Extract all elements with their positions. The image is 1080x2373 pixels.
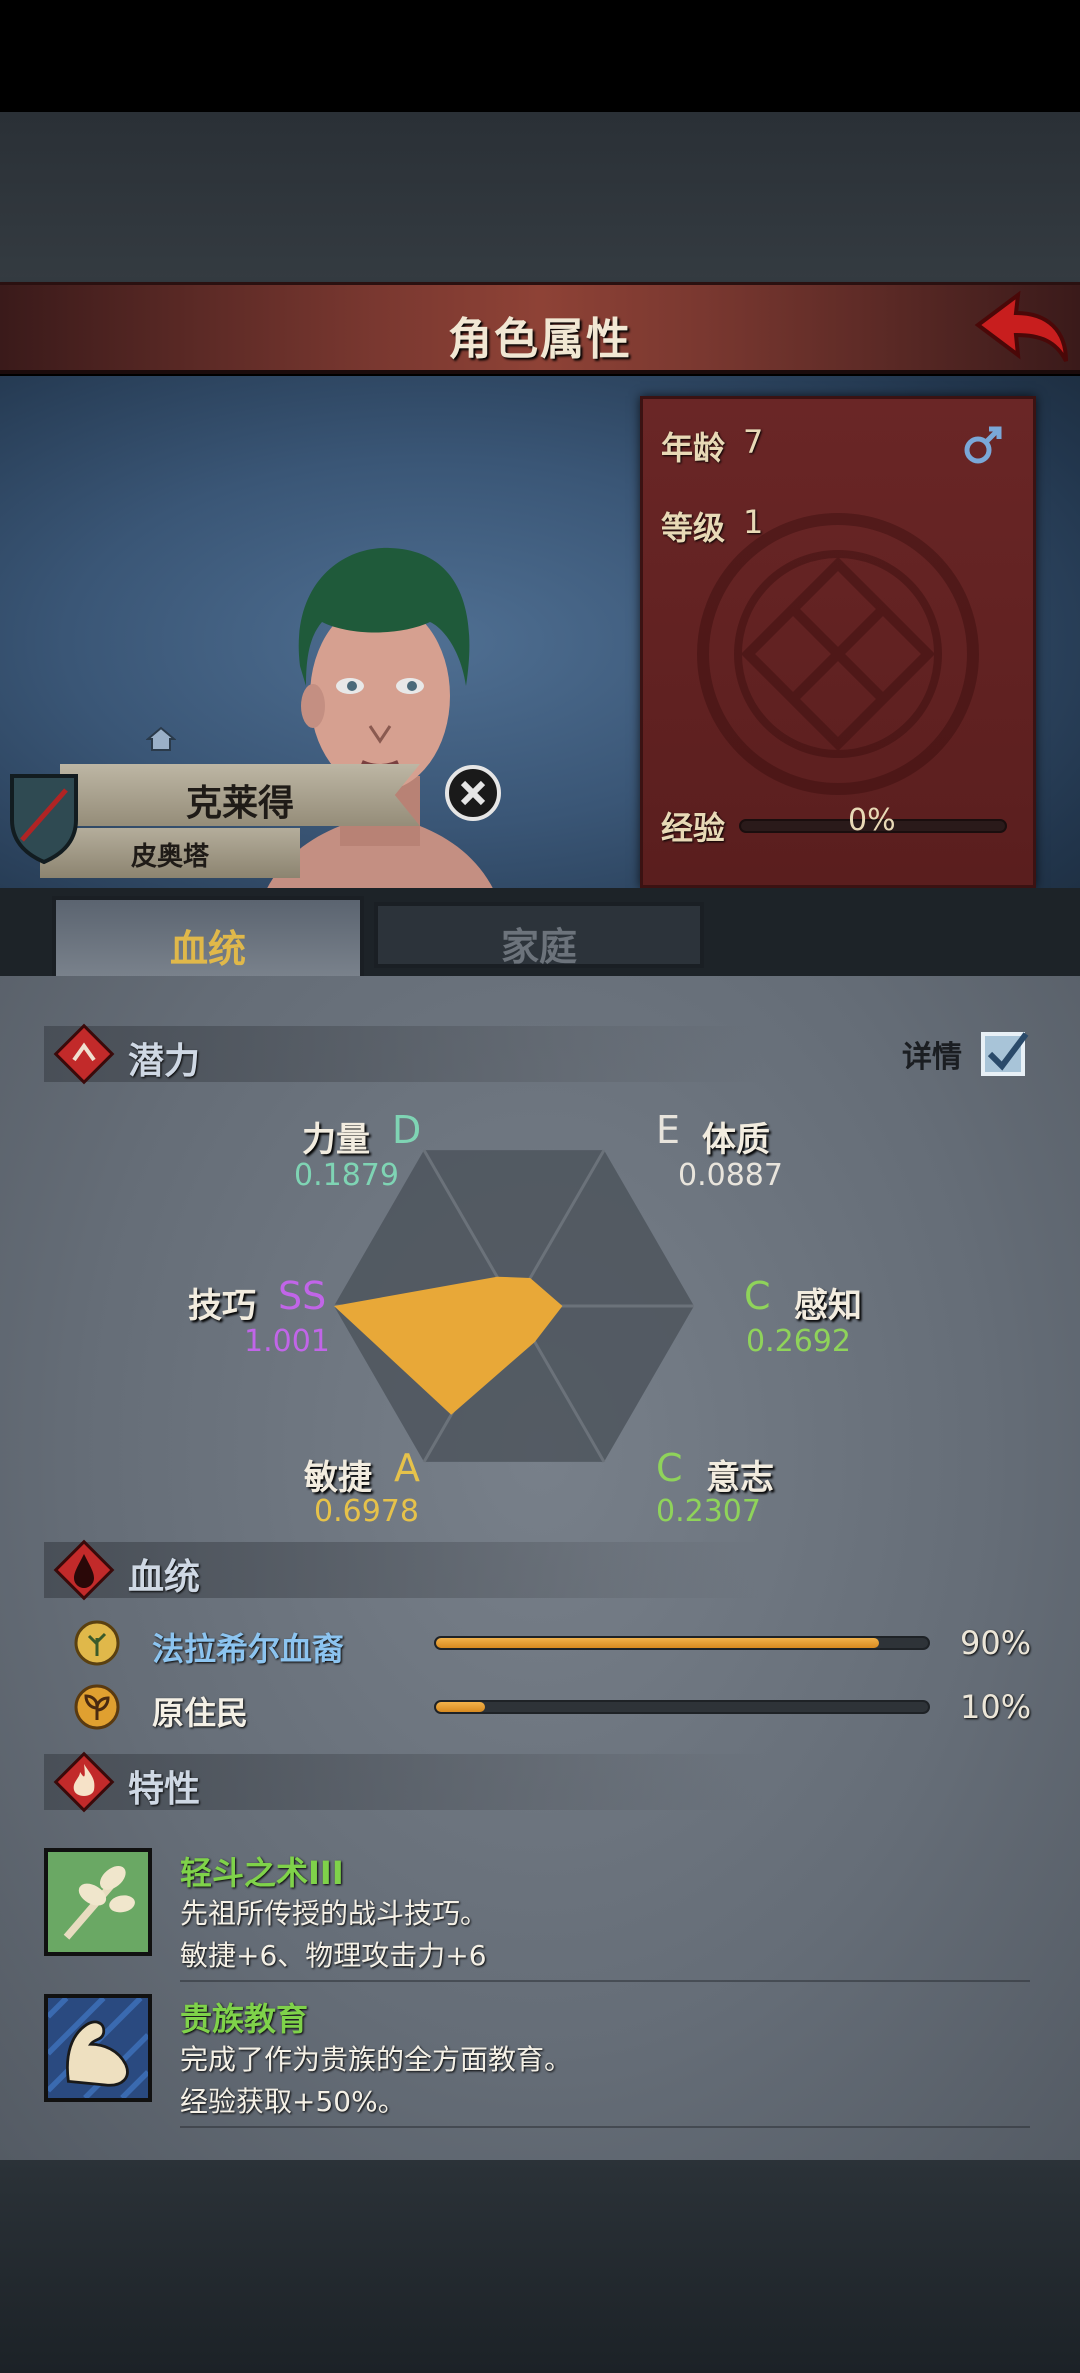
bloodline-row: 原住民 10%	[70, 1684, 1040, 1734]
sprout-icon	[74, 1684, 120, 1730]
bloodline-bar	[434, 1636, 930, 1650]
potential-icon	[53, 1023, 115, 1085]
divider	[180, 1980, 1030, 1982]
trait-description: 完成了作为贵族的全方面教育。	[180, 2043, 573, 2076]
celtic-knot-emblem	[697, 513, 979, 795]
shield-crest-icon	[10, 774, 78, 865]
attribute-value: 1.001	[244, 1324, 330, 1359]
bloodline-bar	[434, 1700, 930, 1714]
attribute-name: 感知	[794, 1286, 862, 1326]
bottom-backdrop	[0, 2160, 1080, 2373]
exp-value: 0%	[848, 803, 896, 838]
attribute-value: 0.2307	[656, 1494, 761, 1529]
divider	[180, 2126, 1030, 2128]
page-title: 角色属性	[448, 314, 632, 365]
attribute-grade: C	[656, 1446, 683, 1490]
close-icon[interactable]	[444, 764, 502, 822]
attribute-name: 技巧	[188, 1286, 256, 1326]
tab-bloodline[interactable]: 血统	[52, 896, 364, 980]
trait-effect: 经验获取+50%。	[180, 2085, 406, 2118]
attribute-grade: E	[656, 1108, 681, 1152]
status-bar-area	[0, 0, 1080, 112]
character-name: 克莱得	[185, 783, 294, 824]
attribute-grade: D	[392, 1108, 422, 1152]
attribute-grade: A	[394, 1446, 420, 1490]
bloodline-percent: 10%	[960, 1688, 1032, 1726]
trait-item[interactable]: 轻斗之术III 先祖所传授的战斗技巧。 敏捷+6、物理攻击力+6	[44, 1848, 1034, 1988]
bloodline-name: 法拉希尔血裔	[152, 1630, 345, 1668]
attribute-grade: SS	[278, 1274, 327, 1318]
attribute-value: 0.2692	[746, 1324, 851, 1359]
name-plate: 克莱得 皮奥塔	[0, 726, 420, 884]
attribute-name: 意志	[706, 1458, 774, 1498]
attribute-name: 敏捷	[304, 1458, 372, 1498]
bloodline-percent: 90%	[960, 1624, 1032, 1662]
trait-name: 轻斗之术III	[180, 1854, 344, 1892]
traits-section-header: 特性	[44, 1751, 764, 1813]
bloodline-row: 法拉希尔血裔 90%	[70, 1620, 1040, 1670]
blood-drop-icon	[53, 1539, 115, 1601]
attribute-grade: C	[744, 1274, 771, 1318]
header-bar: 角色属性	[0, 282, 1080, 374]
flame-icon	[53, 1751, 115, 1813]
bloodline-bar-fill	[436, 1702, 486, 1712]
tab-bar: 血统 家庭	[0, 888, 1080, 980]
leaf-branch-icon	[44, 1848, 152, 1956]
bloodline-title: 血统	[128, 1557, 201, 1598]
trait-effect: 敏捷+6、物理攻击力+6	[180, 1939, 487, 1972]
attribute-value: 0.1879	[294, 1158, 399, 1193]
attribute-name: 体质	[702, 1120, 770, 1160]
attribute-name: 力量	[302, 1120, 370, 1160]
detail-checkbox[interactable]	[980, 1028, 1030, 1078]
trait-description: 先祖所传授的战斗技巧。	[180, 1897, 489, 1930]
house-icon	[146, 726, 176, 751]
potential-radar-chart	[334, 1149, 694, 1463]
bloodline-section-header: 血统	[44, 1539, 764, 1601]
tree-icon	[74, 1620, 120, 1666]
traits-title: 特性	[128, 1769, 201, 1810]
age-label: 年龄	[661, 429, 726, 467]
trait-name: 贵族教育	[180, 2000, 309, 2038]
bloodline-bar-fill	[436, 1638, 879, 1648]
info-banner: 年龄 7 等级 1 经验 0%	[640, 396, 1036, 888]
back-arrow-icon[interactable]	[970, 291, 1070, 369]
age-value: 7	[743, 423, 764, 461]
potential-title: 潜力	[128, 1041, 201, 1082]
attribute-value: 0.0887	[678, 1158, 783, 1193]
bloodline-name: 原住民	[152, 1694, 249, 1732]
trait-item[interactable]: 贵族教育 完成了作为贵族的全方面教育。 经验获取+50%。	[44, 1994, 1034, 2134]
top-backdrop	[0, 112, 1080, 282]
flexed-arm-icon	[44, 1994, 152, 2102]
attribute-value: 0.6978	[314, 1494, 419, 1529]
male-icon	[964, 426, 1002, 464]
level-label: 等级	[661, 509, 726, 547]
potential-section-header: 潜力	[44, 1023, 764, 1085]
exp-label: 经验	[661, 809, 726, 847]
tab-family[interactable]: 家庭	[374, 902, 704, 969]
level-value: 1	[743, 503, 764, 541]
detail-label: 详情	[902, 1040, 962, 1075]
